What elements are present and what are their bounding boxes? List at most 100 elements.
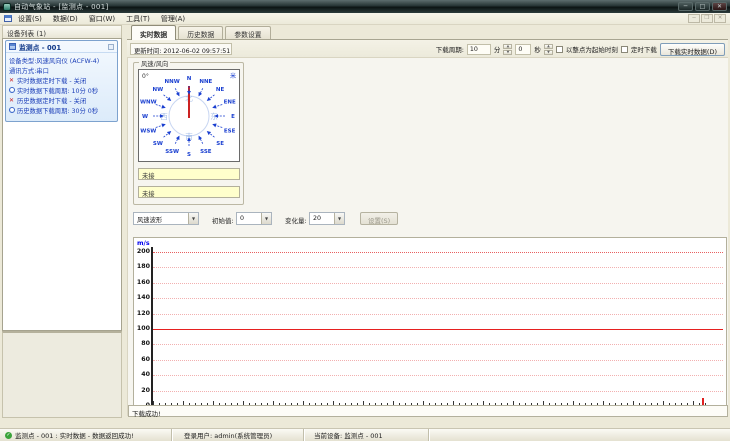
device-panel[interactable]: 监测点 - 001 设备类型:风速风向仪 (ACFW-4) 通讯方式:串口 ✕ 实时数… bbox=[5, 40, 118, 122]
menu-item-2[interactable]: 窗口(W) bbox=[89, 14, 115, 24]
gridline-80 bbox=[153, 344, 723, 346]
y-tick-label: 160 bbox=[136, 278, 150, 286]
device-info-text: 实时数据下载周期: 10分 0秒 bbox=[17, 87, 99, 95]
y-tick-label: 40 bbox=[141, 371, 150, 379]
wind-group: 风速/风向 北南东西NNNENEENEEESESESSESSSWSWWSWWWN… bbox=[133, 59, 244, 205]
update-time-value: 2012-06-02 09:57:51 bbox=[163, 48, 231, 55]
chart-settings-button[interactable]: 设置(S) bbox=[360, 212, 399, 225]
device-info-line: 设备类型:风速风向仪 (ACFW-4) bbox=[9, 55, 115, 65]
download-realtime-button[interactable]: 下载实时数据(D) bbox=[659, 42, 725, 56]
y-tick-label: 80 bbox=[141, 340, 150, 348]
wind-speed-value: 未接 bbox=[138, 168, 240, 180]
chevron-down-icon: ▼ bbox=[188, 213, 198, 224]
device-info-line: ✕ 历史数据定时下载 - 关闭 bbox=[9, 95, 115, 105]
timed-download-label: 定时下载 bbox=[630, 46, 657, 54]
compass-dir-WNW: WNW bbox=[140, 99, 157, 105]
mdi-close-button[interactable]: ✕ bbox=[714, 14, 726, 23]
mdi-child-icon bbox=[4, 15, 12, 22]
reference-line-200 bbox=[153, 252, 723, 253]
success-icon: ✓ bbox=[5, 431, 12, 439]
wind-compass: 北南东西NNNENEENEEESESESSESSSWSWWSWWWNWNWNNW… bbox=[138, 69, 240, 162]
tab-1[interactable]: 历史数据 bbox=[178, 26, 224, 39]
device-list-header: 设备列表 (1) bbox=[2, 25, 122, 38]
pin-icon[interactable] bbox=[108, 43, 114, 50]
menu-item-0[interactable]: 设置(S) bbox=[18, 14, 42, 24]
compass-dir-S: S bbox=[187, 152, 191, 158]
y-tick-label: 200 bbox=[136, 248, 150, 255]
device-info-text: 历史数据定时下载 - 关闭 bbox=[17, 97, 87, 105]
compass-dir-NE: NE bbox=[216, 87, 225, 93]
y-axis-line bbox=[151, 247, 153, 407]
update-time-label: 更新时间: bbox=[134, 48, 162, 55]
delta-value-select[interactable]: 20 ▼ bbox=[309, 212, 345, 225]
app-icon bbox=[3, 2, 11, 11]
device-info-line: 实时数据下载周期: 10分 0秒 bbox=[9, 85, 115, 95]
chart-unit-label: m/s bbox=[137, 240, 150, 247]
compass-dir-W: W bbox=[142, 114, 148, 120]
wind-group-title: 风速/风向 bbox=[139, 59, 171, 68]
menu-item-1[interactable]: 数据(D) bbox=[53, 14, 78, 24]
compass-dir-NNE: NNE bbox=[199, 79, 212, 85]
chevron-down-icon: ▼ bbox=[261, 213, 271, 224]
tab-0[interactable]: 实时数据 bbox=[131, 25, 177, 40]
device-info-text: 历史数据下载周期: 30分 0秒 bbox=[17, 107, 99, 115]
title-bar: 自动气象站 - [监测点 - 001] ─ □ ✕ bbox=[0, 0, 730, 13]
compass-dir-ESE: ESE bbox=[224, 129, 236, 135]
compass-dir-SSE: SSE bbox=[200, 149, 212, 155]
waveform-select[interactable]: 风速波形 ▼ bbox=[133, 212, 199, 225]
compass-dir-N: N bbox=[187, 76, 192, 82]
device-info-lines: 设备类型:风速风向仪 (ACFW-4) 通讯方式:串口 ✕ 实时数据定时下载 - 关闭… bbox=[6, 53, 117, 115]
align-hour-label: 以整点为起始时刻 bbox=[565, 46, 618, 54]
gridline-180 bbox=[153, 267, 723, 269]
minutes-unit-label: 分 bbox=[493, 46, 501, 54]
compass-corner-degrees: 0° bbox=[142, 73, 149, 80]
wind-direction-value: 未接 bbox=[138, 186, 240, 198]
compass-dir-SSW: SSW bbox=[165, 149, 179, 155]
minutes-stepper[interactable]: ▲ ▼ bbox=[503, 43, 513, 55]
gridline-120 bbox=[153, 313, 723, 315]
wind-speed-chart: m/s 020406080100120140160180200 T bbox=[133, 237, 727, 414]
device-list: 监测点 - 001 设备类型:风速风向仪 (ACFW-4) 通讯方式:串口 ✕ 实时数… bbox=[2, 38, 122, 331]
y-tick-label: 20 bbox=[141, 386, 150, 394]
gridline-140 bbox=[153, 298, 723, 300]
tab-2[interactable]: 参数设置 bbox=[225, 26, 271, 39]
close-button[interactable]: ✕ bbox=[712, 2, 727, 11]
y-tick-label: 100 bbox=[136, 325, 150, 332]
gridline-60 bbox=[153, 359, 723, 361]
tab-strip: 实时数据 历史数据 参数设置 bbox=[127, 25, 728, 40]
device-info-line: ✕ 实时数据定时下载 - 关闭 bbox=[9, 75, 115, 85]
update-time-box: 更新时间: 2012-06-02 09:57:51 bbox=[130, 43, 232, 55]
compass-west-char: 西 bbox=[160, 112, 168, 121]
timed-download-checkbox[interactable] bbox=[620, 45, 628, 53]
download-period-label: 下载周期: bbox=[435, 46, 464, 54]
reference-line-100 bbox=[153, 329, 723, 330]
compass-dir-NW: NW bbox=[153, 87, 164, 93]
period-seconds-input[interactable]: 0 bbox=[515, 43, 532, 55]
realtime-content: 风速/风向 北南东西NNNENEENEEESESESSESSSWSWWSWWWN… bbox=[127, 58, 728, 416]
clock-icon bbox=[9, 107, 15, 113]
x-icon: ✕ bbox=[9, 96, 15, 104]
current-device: 当前设备: 监测点 - 001 bbox=[304, 429, 429, 441]
initial-value-select[interactable]: 0 ▼ bbox=[236, 212, 272, 225]
mdi-restore-button[interactable]: ❐ bbox=[701, 14, 713, 23]
device-info-text: 通讯方式:串口 bbox=[9, 67, 49, 75]
gridline-160 bbox=[153, 282, 723, 284]
period-minutes-input[interactable]: 10 bbox=[466, 43, 491, 55]
seconds-stepper[interactable]: ▲ ▼ bbox=[543, 43, 553, 55]
menu-item-3[interactable]: 工具(T) bbox=[126, 14, 150, 24]
login-user: 登录用户: admin(系统管理员) bbox=[172, 429, 304, 441]
device-info-line: 历史数据下载周期: 30分 0秒 bbox=[9, 105, 115, 115]
align-hour-checkbox[interactable] bbox=[555, 45, 563, 53]
compass-dir-ENE: ENE bbox=[224, 99, 236, 105]
y-tick-label: 60 bbox=[141, 355, 150, 363]
window-title: 自动气象站 - [监测点 - 001] bbox=[14, 2, 109, 11]
compass-dir-WSW: WSW bbox=[140, 129, 156, 135]
device-title: 监测点 - 001 bbox=[19, 43, 62, 52]
maximize-button[interactable]: □ bbox=[695, 2, 710, 11]
minimize-button[interactable]: ─ bbox=[678, 2, 693, 11]
menu-item-4[interactable]: 管理(A) bbox=[161, 14, 185, 24]
gridline-40 bbox=[153, 375, 723, 377]
mdi-minimize-button[interactable]: ─ bbox=[688, 14, 700, 23]
main-panel: 实时数据 历史数据 参数设置 更新时间: 2012-06-02 09:57:51 下… bbox=[127, 25, 728, 418]
seconds-unit-label: 秒 bbox=[534, 46, 541, 54]
